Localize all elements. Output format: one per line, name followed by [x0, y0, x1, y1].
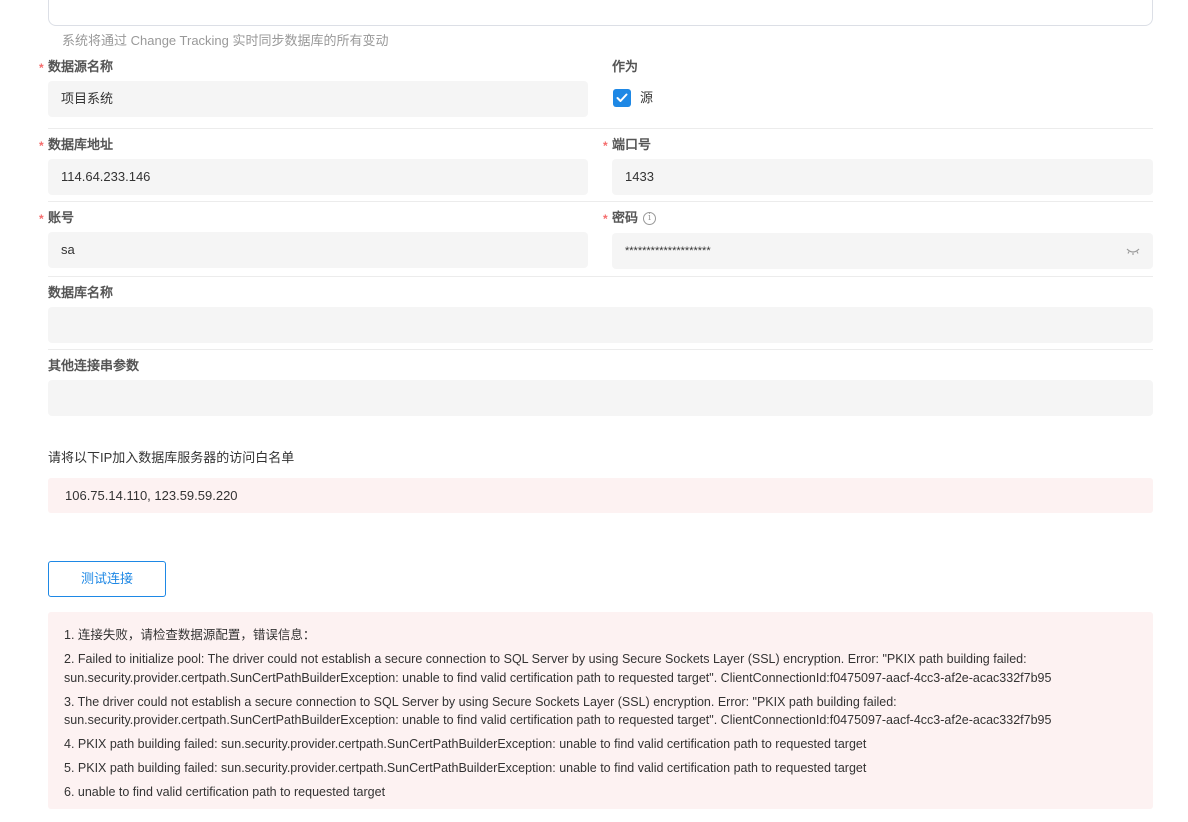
account-input[interactable]: sa — [48, 232, 588, 268]
required-mark: * — [39, 61, 44, 75]
required-mark: * — [39, 212, 44, 226]
conn-params-input[interactable] — [48, 380, 1153, 416]
source-checkbox[interactable] — [613, 89, 631, 107]
check-icon — [616, 93, 628, 102]
db-name-label: 数据库名称 — [48, 285, 114, 300]
account-label: * 账号 — [39, 210, 75, 226]
row-divider — [48, 201, 1153, 202]
info-icon[interactable]: i — [643, 211, 657, 225]
error-message-box: 1. 连接失败，请检查数据源配置，错误信息： 2. Failed to init… — [48, 612, 1153, 809]
db-address-input[interactable]: 114.64.233.146 — [48, 159, 588, 195]
error-line: 3. The driver could not establish a secu… — [64, 694, 1052, 728]
row-divider — [48, 349, 1153, 350]
whitelist-ips: 106.75.14.110, 123.59.59.220 — [48, 478, 1153, 513]
datasource-name-label: * 数据源名称 — [39, 59, 114, 75]
whitelist-label: 请将以下IP加入数据库服务器的访问白名单 — [48, 450, 295, 465]
db-name-input[interactable] — [48, 307, 1153, 343]
test-connection-button[interactable]: 测试连接 — [48, 561, 166, 597]
password-label: * 密码 i — [603, 209, 657, 227]
password-value: ******************** — [625, 245, 711, 257]
datasource-name-input[interactable]: 项目系统 — [48, 81, 588, 117]
required-mark: * — [603, 212, 608, 226]
error-line: 4. PKIX path building failed: sun.securi… — [64, 737, 867, 751]
error-line: 5. PKIX path building failed: sun.securi… — [64, 761, 867, 775]
info-card — [48, 0, 1153, 26]
password-input[interactable]: ******************** — [612, 233, 1153, 269]
row-divider — [48, 276, 1153, 277]
eye-closed-icon[interactable] — [1126, 245, 1140, 257]
db-address-label: * 数据库地址 — [39, 137, 114, 153]
required-mark: * — [603, 139, 608, 153]
error-line: 6. unable to find valid certification pa… — [64, 785, 386, 799]
conn-params-label: 其他连接串参数 — [48, 358, 140, 373]
source-checkbox-label[interactable]: 源 — [640, 89, 653, 107]
port-label: * 端口号 — [603, 137, 652, 153]
info-card-text: 系统将通过 Change Tracking 实时同步数据库的所有变动 — [62, 33, 389, 48]
port-input[interactable]: 1433 — [612, 159, 1153, 195]
row-divider — [48, 128, 1153, 129]
required-mark: * — [39, 139, 44, 153]
role-label: 作为 — [612, 59, 639, 74]
error-line: 1. 连接失败，请检查数据源配置，错误信息： — [64, 628, 316, 642]
datasource-form-page: 系统将通过 Change Tracking 实时同步数据库的所有变动 * 数据源… — [0, 0, 1188, 822]
error-line: 2. Failed to initialize pool: The driver… — [64, 652, 1052, 685]
